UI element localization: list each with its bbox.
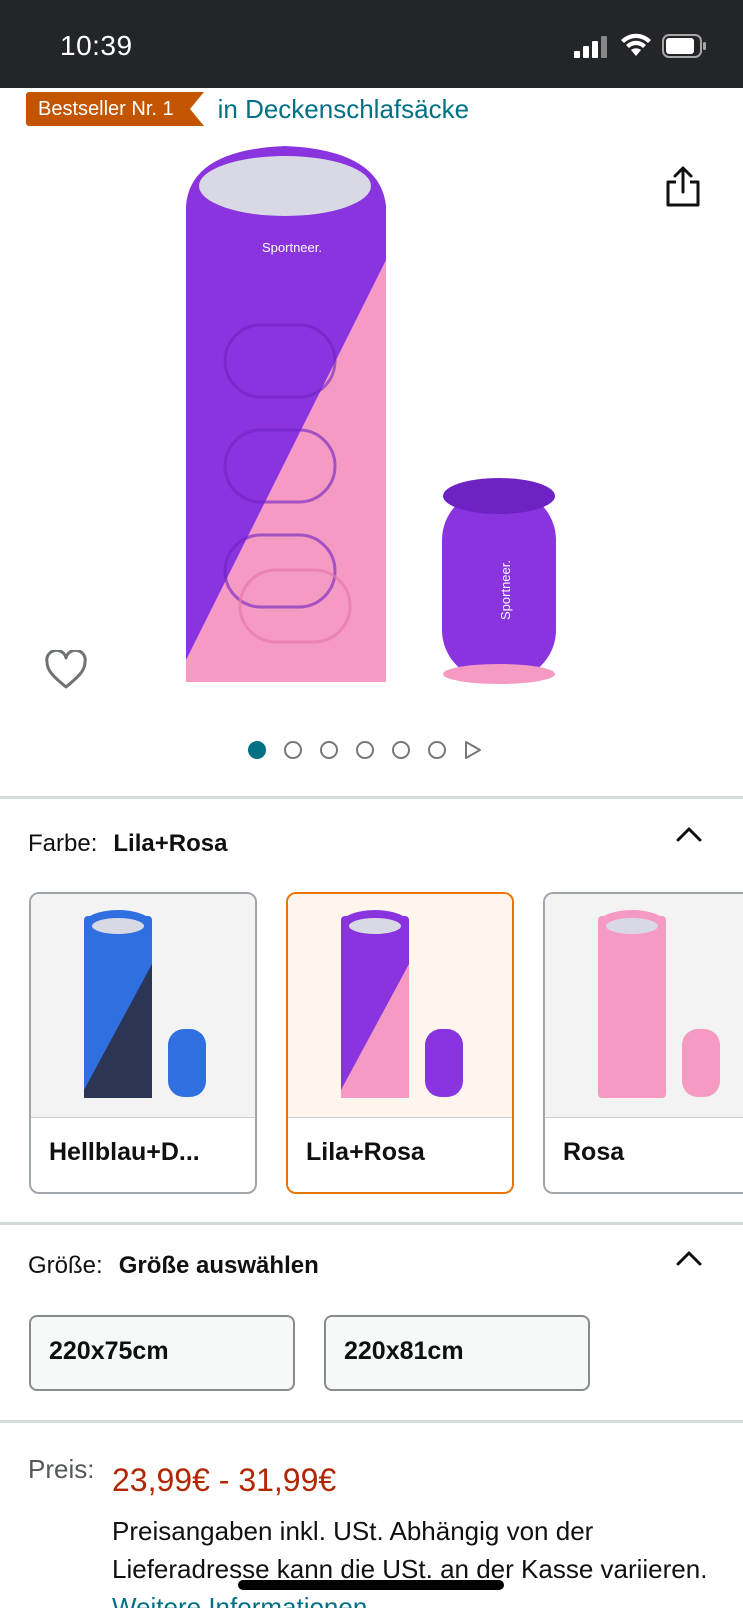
signal-icon [574,36,607,58]
bestseller-category-link[interactable]: in Deckenschlafsäcke [218,94,469,125]
carousel-dot[interactable] [392,741,410,759]
color-option-image [545,894,743,1118]
size-selected-value: Größe auswählen [118,1252,319,1279]
chevron-up-icon[interactable] [676,1250,702,1266]
svg-text:Sportneer.: Sportneer. [262,240,322,255]
price-note: Preisangaben inkl. USt. Abhängig von der… [112,1512,712,1608]
wifi-icon [621,33,651,56]
carousel-dot[interactable] [248,741,266,759]
divider [0,1420,743,1423]
divider [0,1222,743,1225]
product-image[interactable]: Sportneer. Sportneer. [0,140,743,720]
chevron-up-icon[interactable] [676,826,702,842]
color-option-name: Lila+Rosa [306,1138,425,1166]
price-label: Preis: [28,1454,95,1484]
bestseller-badge: Bestseller Nr. 1 [26,92,204,126]
color-label-row[interactable]: Farbe: Lila+Rosa [28,830,227,858]
status-time: 10:39 [60,30,133,61]
size-option-220x75[interactable]: 220x75cm [29,1315,295,1391]
status-bar: 10:39 [0,0,743,88]
svg-text:Sportneer.: Sportneer. [498,560,513,620]
wishlist-heart-icon[interactable] [44,650,88,690]
home-indicator[interactable] [238,1580,504,1590]
color-option-image [288,894,512,1118]
video-play-icon[interactable] [464,740,482,760]
size-option-220x81[interactable]: 220x81cm [324,1315,590,1391]
color-option-image [31,894,255,1118]
color-option-rosa[interactable]: Rosa [543,892,743,1194]
color-option-name: Rosa [563,1138,625,1166]
divider [0,796,743,799]
battery-icon [662,34,706,58]
size-label-row[interactable]: Größe: Größe auswählen [28,1252,319,1280]
carousel-dot[interactable] [428,741,446,759]
more-info-link[interactable]: Weitere Informationen [112,1592,367,1608]
color-selected-value: Lila+Rosa [113,830,228,857]
color-option-hellblau[interactable]: Hellblau+D... [29,892,257,1194]
carousel-dot[interactable] [284,741,302,759]
carousel-dot[interactable] [320,741,338,759]
color-option-name: Hellblau+D... [49,1138,200,1166]
color-option-lila-rosa[interactable]: Lila+Rosa [286,892,514,1194]
price-note-text: Preisangaben inkl. USt. Abhängig von der… [112,1516,708,1584]
carousel-dot[interactable] [356,741,374,759]
price-range: 23,99€ - 31,99€ [112,1462,337,1498]
color-label: Farbe: [28,830,98,857]
size-label: Größe: [28,1252,103,1279]
share-icon[interactable] [664,166,702,208]
image-carousel-dots[interactable] [248,740,482,760]
bestseller-row: Bestseller Nr. 1 in Deckenschlafsäcke [26,92,469,126]
